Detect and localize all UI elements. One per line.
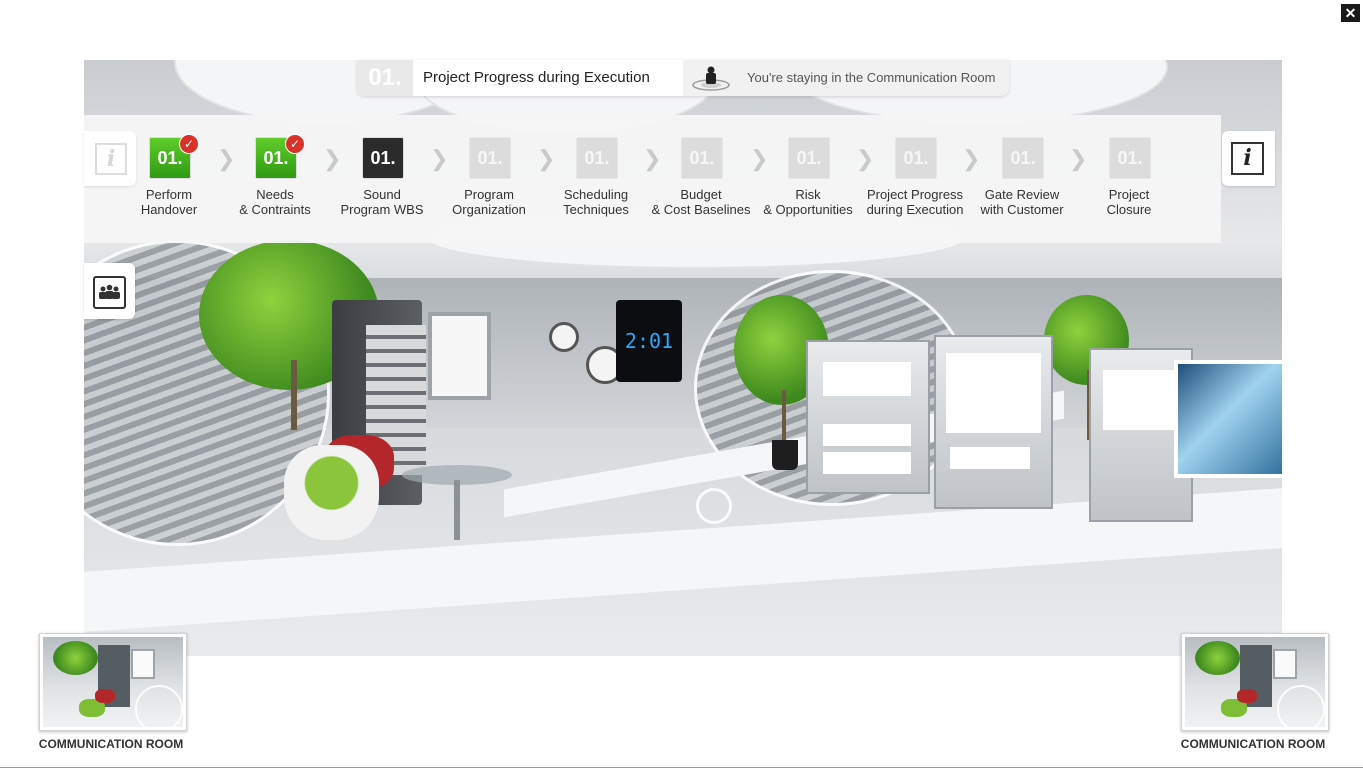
room-thumbnail-left[interactable] [39,633,187,731]
step-number-box: 01. [1109,137,1151,179]
checkmark-icon: ✓ [285,134,305,154]
step-perform-handover[interactable]: 01. ✓ Perform Handover [114,134,224,223]
step-label: Risk & Opportunities [763,187,853,217]
step-label: Gate Review with Customer [980,187,1064,217]
step-number: 01. [357,60,413,96]
step-label: Perform Handover [140,187,198,217]
step-number-box: 01. [681,137,723,179]
room-thumbnail-right[interactable] [1181,633,1329,731]
step-risk-opportunities[interactable]: 01. Risk & Opportunities [753,137,863,223]
location-text: You're staying in the Communication Room [747,70,996,85]
step-sound-program-wbs[interactable]: 01. Sound Program WBS [327,137,437,223]
close-button[interactable]: ✕ [1341,4,1360,22]
thumbnail-caption: COMMUNICATION ROOM [38,737,184,751]
step-number-box: 01. [895,137,937,179]
step-budget-cost-baselines[interactable]: 01. Budget & Cost Baselines [646,137,756,223]
step-number-box: 01. [788,137,830,179]
room-preview-image [1185,637,1325,730]
step-label: Program Organization [452,187,526,217]
step-number-box: 01. [576,137,618,179]
tree-trunk [291,360,297,430]
digital-clock: 2:01 [616,300,682,382]
wall-clock [549,322,579,352]
location-indicator: You're staying in the Communication Room [683,60,1009,96]
step-scheduling-techniques[interactable]: 01. Scheduling Techniques [541,137,651,223]
step-number-box: 01. [469,137,511,179]
page-title: Project Progress during Execution [423,69,650,86]
step-project-closure[interactable]: 01. Project Closure [1074,137,1184,223]
display-board [806,340,930,494]
whiteboard-stand [428,312,491,400]
step-label: Needs & Contraints [239,187,311,217]
step-gate-review[interactable]: 01. Gate Review with Customer [967,137,1077,223]
info-button-right[interactable]: i [1222,131,1275,186]
thumbnail-caption: COMMUNICATION ROOM [1180,737,1326,751]
step-project-progress[interactable]: 01. Project Progress during Execution [860,137,970,223]
navigation-hotspot[interactable] [696,488,732,524]
person-icon [692,66,730,91]
step-label: Sound Program WBS [340,187,424,217]
step-label: Project Closure [1106,187,1152,217]
team-icon [93,276,126,309]
step-needs-contraints[interactable]: 01. ✓ Needs & Contraints [220,134,330,223]
step-number-box: 01. [362,137,404,179]
checkmark-icon: ✓ [179,134,199,154]
team-button[interactable] [84,263,135,319]
step-label: Scheduling Techniques [563,187,629,217]
step-program-organization[interactable]: 01. Program Organization [434,137,544,223]
room-preview-image [43,637,183,730]
plant-pot [772,440,798,470]
divider [0,767,1363,768]
display-board [934,335,1053,509]
video-wall [1174,360,1282,478]
step-label: Budget & Cost Baselines [651,187,751,217]
armchair [284,445,379,540]
table-leg [454,480,460,540]
step-label: Project Progress during Execution [866,187,964,217]
info-icon: i [1231,142,1264,175]
header-tab: 01. Project Progress during Execution Yo… [357,60,1009,96]
step-number-box: 01. [1002,137,1044,179]
